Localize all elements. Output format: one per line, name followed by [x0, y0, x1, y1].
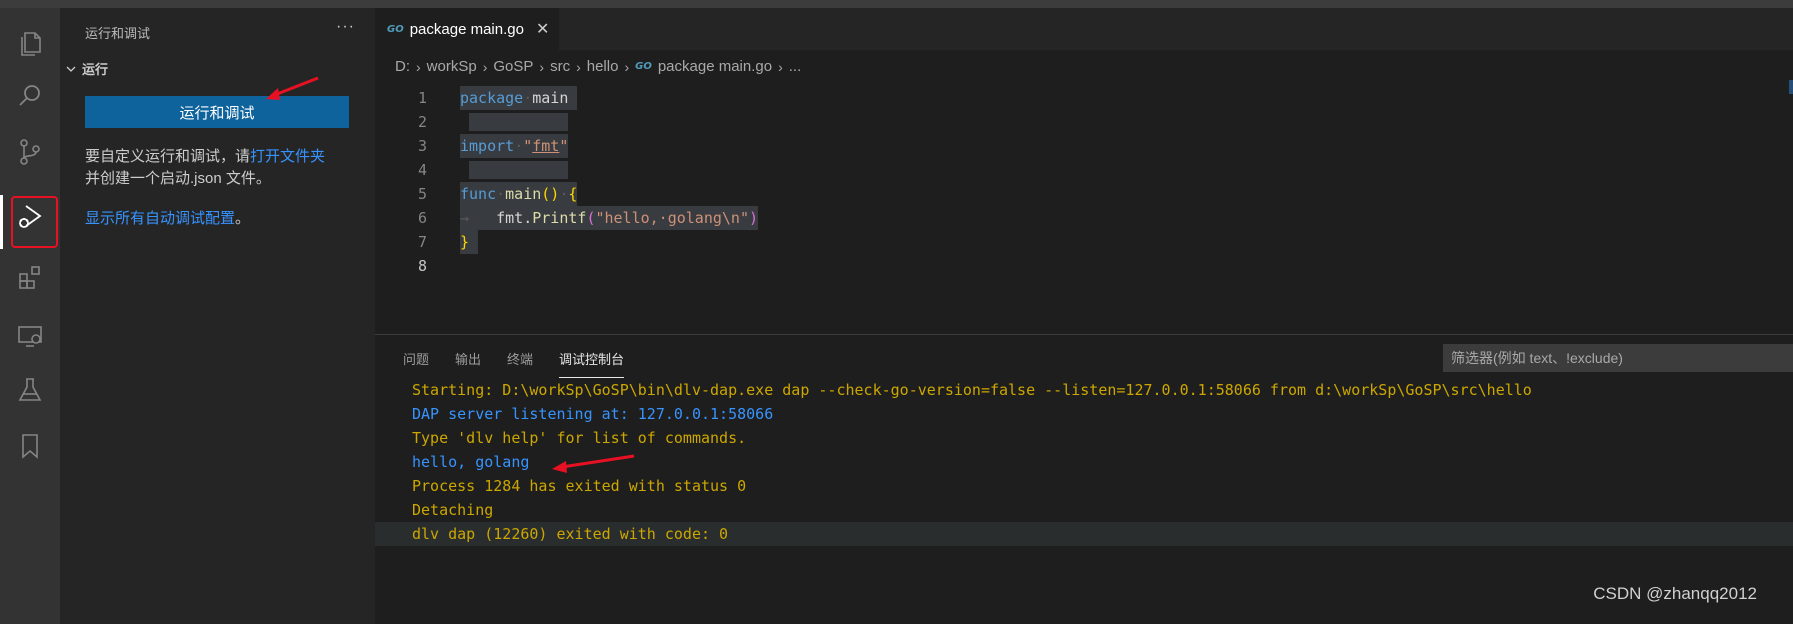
open-folder-link[interactable]: 打开文件夹 — [250, 148, 325, 165]
chevron-right-icon: › — [416, 58, 421, 75]
chevron-right-icon: › — [778, 58, 783, 75]
line-number: 7 — [417, 233, 427, 251]
console-line: dlv dap (12260) exited with code: 0 — [412, 525, 729, 543]
line-number: 4 — [417, 161, 427, 179]
scrollbar-marker[interactable] — [1789, 80, 1793, 94]
explorer-icon[interactable] — [10, 24, 50, 64]
code-line: 1 package·main — [375, 86, 1275, 110]
line-number: 6 — [417, 209, 427, 227]
code-line: 5 func·main()·{ — [375, 182, 1275, 206]
watermark: CSDN @zhanqq2012 — [1593, 584, 1757, 603]
editor-area: GO package main.go ✕ D: › workSp › GoSP … — [375, 8, 1793, 334]
console-line: Process 1284 has exited with status 0 — [412, 477, 747, 495]
chevron-right-icon: › — [482, 58, 488, 75]
title-strip — [0, 0, 1793, 8]
run-and-debug-button[interactable]: 运行和调试 — [85, 96, 349, 128]
breadcrumb-item[interactable]: D: — [395, 58, 410, 75]
breadcrumb-item[interactable]: GoSP — [493, 58, 533, 75]
sidebar-title: 运行和调试 — [85, 26, 151, 41]
activity-bar — [0, 8, 60, 624]
run-debug-sidebar: 运行和调试 ··· 运行 运行和调试 要自定义运行和调试，请打开文件夹 并创建一… — [60, 8, 375, 624]
editor-tabs: GO package main.go ✕ — [375, 8, 1793, 50]
breadcrumb-item[interactable]: package main.go — [658, 58, 772, 75]
tab-label: package main.go — [409, 20, 524, 38]
active-indicator — [0, 195, 3, 249]
code-line: 6 → fmt.Printf("hello,·golang\n") — [375, 206, 1275, 230]
console-line: hello, golang — [412, 453, 530, 471]
code-text: import·"fmt" — [460, 134, 569, 158]
show-all-configs-link[interactable]: 显示所有自动调试配置 — [85, 210, 235, 227]
chevron-right-icon: › — [539, 58, 545, 75]
tab-terminal[interactable]: 终端 — [507, 349, 533, 378]
hint-text-before: 要自定义运行和调试，请 — [85, 148, 251, 165]
show-all-configs: 显示所有自动调试配置。 — [85, 207, 250, 228]
console-filter-input[interactable]: 筛选器(例如 text、!exclude) — [1443, 344, 1793, 372]
tab-output[interactable]: 输出 — [455, 349, 481, 378]
section-label: 运行 — [82, 62, 109, 77]
breadcrumb-item[interactable]: ... — [789, 58, 802, 75]
code-line: 8 — [375, 254, 1275, 278]
vscode-window: 运行和调试 ··· 运行 运行和调试 要自定义运行和调试，请打开文件夹 并创建一… — [0, 0, 1793, 624]
line-number: 8 — [417, 257, 427, 275]
extensions-icon[interactable] — [10, 258, 50, 298]
console-line: DAP server listening at: 127.0.0.1:58066 — [412, 405, 774, 423]
search-icon[interactable] — [10, 76, 50, 116]
go-file-icon: GO — [635, 61, 652, 72]
code-text: } — [460, 230, 479, 254]
line-number: 3 — [417, 137, 427, 155]
console-line: Detaching — [412, 501, 494, 519]
code-line: 7 } — [375, 230, 1275, 254]
tab-package-main-go[interactable]: GO package main.go ✕ — [375, 8, 560, 50]
chevron-down-icon — [66, 66, 76, 72]
code-text: → fmt.Printf("hello,·golang\n") — [460, 206, 759, 230]
code-text — [460, 158, 569, 182]
breadcrumb-item[interactable]: workSp — [427, 58, 477, 75]
section-header-run[interactable]: 运行 — [66, 59, 108, 78]
line-number: 5 — [417, 185, 427, 203]
panel-tabs: 问题 输出 终端 调试控制台 — [403, 349, 625, 378]
testing-icon[interactable] — [10, 370, 50, 410]
breadcrumb-item[interactable]: hello — [587, 58, 619, 75]
code-text — [460, 110, 569, 134]
bookmarks-icon[interactable] — [10, 426, 50, 466]
code-text: func·main()·{ — [460, 182, 578, 206]
launch-json-hint: 要自定义运行和调试，请打开文件夹 并创建一个启动.json 文件。 — [85, 146, 360, 190]
code-line: 2 — [375, 110, 1275, 134]
close-icon[interactable]: ✕ — [536, 19, 549, 39]
chevron-right-icon: › — [624, 58, 630, 75]
go-file-icon: GO — [387, 23, 404, 35]
remote-explorer-icon[interactable] — [10, 316, 50, 356]
line-number: 1 — [417, 89, 427, 107]
code-line: 3 import·"fmt" — [375, 134, 1275, 158]
tab-problems[interactable]: 问题 — [403, 349, 429, 378]
bottom-panel: 问题 输出 终端 调试控制台 筛选器(例如 text、!exclude) Sta… — [375, 334, 1793, 624]
console-line: Starting: D:\workSp\GoSP\bin\dlv-dap.exe… — [412, 381, 1532, 399]
code-text: package·main — [460, 86, 578, 110]
more-actions-icon[interactable]: ··· — [336, 18, 355, 36]
source-control-icon[interactable] — [10, 132, 50, 172]
console-line: Type 'dlv help' for list of commands. — [412, 429, 747, 447]
tab-debug-console[interactable]: 调试控制台 — [559, 349, 625, 378]
chevron-right-icon: › — [576, 58, 581, 75]
show-all-suffix: 。 — [235, 210, 251, 227]
code-line: 4 — [375, 158, 1275, 182]
breadcrumb: D: › workSp › GoSP › src › hello › GO pa… — [395, 58, 801, 75]
line-number: 2 — [417, 113, 427, 131]
breadcrumb-item[interactable]: src — [550, 58, 570, 75]
annotation-highlight-box — [11, 196, 58, 248]
hint-text-after: 并创建一个启动.json 文件。 — [85, 170, 271, 187]
